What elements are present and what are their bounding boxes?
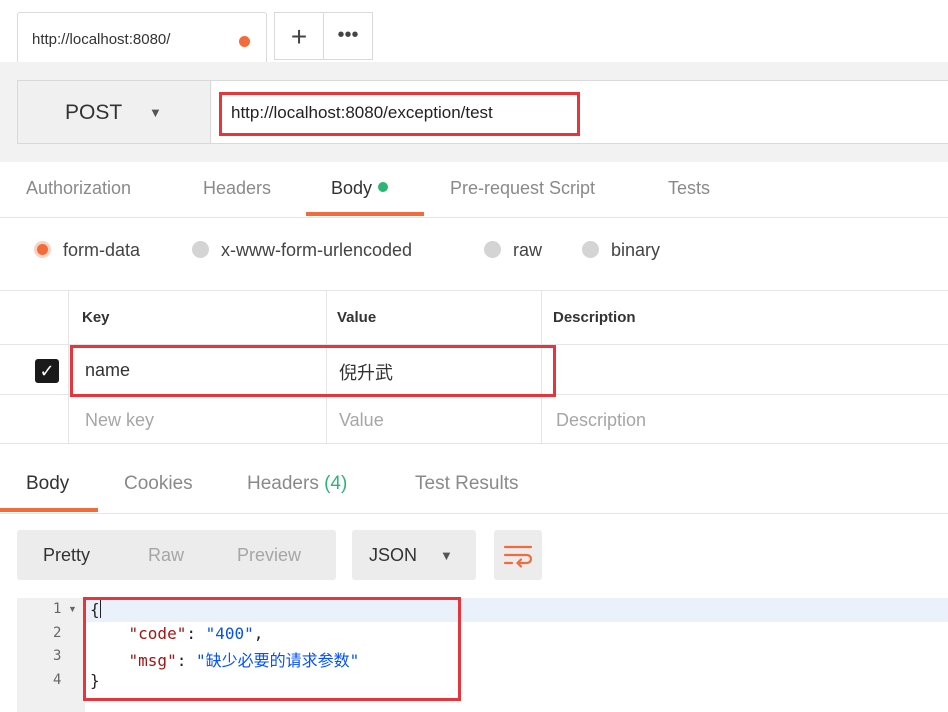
method-select[interactable]: POST ▼ (18, 81, 211, 143)
radio-label: x-www-form-urlencoded (221, 240, 413, 260)
tab-tests[interactable]: Tests (668, 178, 710, 199)
text-cursor (99, 600, 101, 618)
table-row: ✓ name 倪升武 (0, 344, 948, 394)
json-value-msg: "缺少必要的请求参数" (195, 651, 360, 670)
new-value-input[interactable]: Value (326, 395, 541, 443)
response-tab-body[interactable]: Body (26, 473, 69, 495)
response-tab-headers-label: Headers (247, 473, 319, 494)
new-description-input[interactable]: Description (541, 395, 948, 443)
json-key-msg: "msg" (128, 651, 177, 670)
active-response-tab-indicator (0, 508, 98, 512)
line-number: 4 (53, 672, 62, 688)
new-key-placeholder: New key (85, 410, 155, 430)
row-checkbox[interactable]: ✓ (35, 359, 59, 383)
url-input[interactable]: http://localhost:8080/exception/test (212, 81, 948, 143)
url-bar-area: POST ▼ http://localhost:8080/exception/t… (0, 62, 948, 162)
line-number: 3 (53, 648, 62, 664)
active-tab-indicator (306, 212, 424, 216)
response-toolbar: Pretty Raw Preview JSON ▼ (0, 514, 948, 598)
response-tab-test-results[interactable]: Test Results (415, 473, 518, 495)
radio-selected-icon (34, 241, 51, 258)
view-raw-button[interactable]: Raw (148, 545, 184, 566)
active-line-highlight (85, 598, 948, 622)
key-cell[interactable]: name (68, 345, 326, 394)
close-brace: } (90, 671, 100, 690)
code-line-2: "code": "400", (128, 624, 264, 643)
more-tabs-button[interactable]: ••• (323, 12, 373, 60)
new-description-placeholder: Description (556, 410, 647, 430)
response-tab-headers[interactable]: Headers (4) (247, 473, 347, 495)
unsaved-dot-icon (239, 36, 250, 47)
view-pretty-button[interactable]: Pretty (43, 545, 90, 566)
tab-authorization[interactable]: Authorization (26, 178, 131, 199)
key-text: name (85, 360, 131, 380)
body-mode-radios: form-data x-www-form-urlencoded raw bina… (0, 218, 948, 290)
code-line-3: "msg": "缺少必要的请求参数" (128, 651, 360, 670)
value-cell[interactable]: 倪升武 (326, 345, 541, 394)
open-brace: { (90, 600, 100, 619)
header-cell-key: Key (68, 291, 326, 344)
tab-body-label: Body (331, 178, 373, 198)
response-body-code[interactable]: 1 ▼ 2 3 4 { "code": "400", "msg": "缺少必要的… (17, 598, 948, 712)
chevron-down-icon: ▼ (149, 105, 162, 120)
header-key: Key (82, 309, 110, 326)
url-bar: POST ▼ http://localhost:8080/exception/t… (17, 80, 948, 144)
view-preview-button[interactable]: Preview (237, 545, 301, 566)
request-tab[interactable]: http://localhost:8080/ (17, 12, 267, 62)
params-table: Key Value Description ✓ name 倪升武 New key… (0, 290, 948, 444)
header-cell-description: Description (541, 291, 948, 344)
tab-pre-request-script[interactable]: Pre-request Script (450, 178, 595, 199)
description-cell[interactable] (541, 345, 948, 394)
body-active-dot-icon (378, 182, 389, 192)
radio-unselected-icon (192, 241, 209, 258)
tab-headers[interactable]: Headers (203, 178, 271, 199)
value-text: 倪升武 (339, 363, 393, 383)
new-value-placeholder: Value (339, 410, 384, 430)
code-line-4: } (90, 671, 100, 690)
tab-body[interactable]: Body (331, 178, 389, 199)
wrap-lines-icon (503, 545, 533, 568)
radio-unselected-icon (484, 241, 501, 258)
format-select[interactable]: JSON ▼ (352, 530, 476, 580)
url-text: http://localhost:8080/exception/test (231, 103, 493, 122)
method-label: POST (65, 101, 123, 124)
response-tab-cookies[interactable]: Cookies (124, 473, 193, 495)
header-description: Description (553, 309, 636, 326)
new-key-input[interactable]: New key (68, 395, 326, 443)
request-tabs: Authorization Headers Body Pre-request S… (0, 162, 948, 218)
new-tab-button[interactable]: + (274, 12, 324, 60)
radio-label: binary (611, 240, 661, 260)
line-number-gutter: 1 ▼ 2 3 4 (17, 598, 85, 712)
fold-caret-icon[interactable]: ▼ (68, 604, 77, 614)
json-key-code: "code" (128, 624, 187, 643)
response-tabs: Body Cookies Headers (4) Test Results (0, 444, 948, 514)
header-cell-value: Value (326, 291, 541, 344)
radio-unselected-icon (582, 241, 599, 258)
line-number: 2 (53, 625, 62, 641)
tab-bar: http://localhost:8080/ + ••• (0, 0, 948, 62)
format-label: JSON (369, 545, 418, 565)
radio-label: raw (513, 240, 543, 260)
chevron-down-icon: ▼ (440, 548, 453, 563)
radio-label: form-data (63, 240, 141, 260)
code-line-1: { (90, 600, 101, 619)
wrap-lines-button[interactable] (494, 530, 542, 580)
table-row-new: New key Value Description (0, 394, 948, 444)
json-value-code: "400" (205, 624, 254, 643)
table-header-row: Key Value Description (0, 290, 948, 344)
view-mode-toggle: Pretty Raw Preview (17, 530, 336, 580)
request-tab-title: http://localhost:8080/ (32, 31, 171, 48)
headers-count-badge: (4) (324, 473, 348, 494)
line-number: 1 (53, 601, 62, 617)
header-value: Value (337, 309, 377, 326)
